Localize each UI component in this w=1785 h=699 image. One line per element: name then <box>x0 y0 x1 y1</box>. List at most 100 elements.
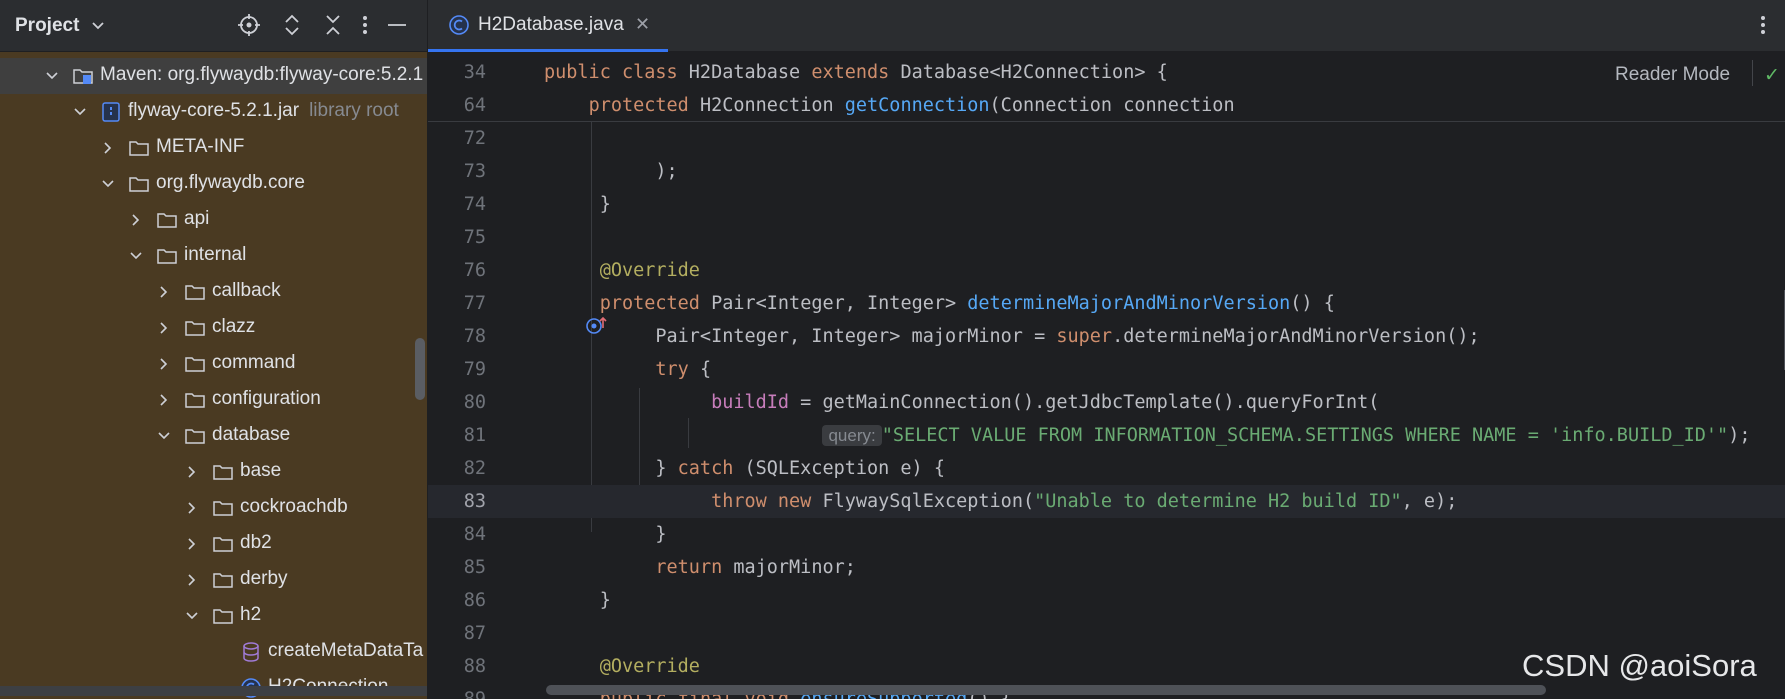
folder-icon <box>212 461 234 483</box>
tree-item-org-flywaydb-core[interactable]: org.flywaydb.core <box>0 166 427 202</box>
code-line[interactable]: 82 } catch (SQLException e) { <box>428 452 1785 485</box>
hide-panel-icon[interactable] <box>384 12 410 38</box>
code-line[interactable]: 79 try { <box>428 353 1785 386</box>
code-line[interactable]: 78 Pair<Integer, Integer> majorMinor = s… <box>428 320 1785 353</box>
project-horizontal-scrollbar[interactable] <box>0 686 427 696</box>
line-number: 81 <box>463 425 486 446</box>
line-number: 75 <box>463 227 486 248</box>
tree-item-internal[interactable]: internal <box>0 238 427 274</box>
tree-item-createmetadatata[interactable]: createMetaDataTa <box>0 634 427 670</box>
chevron-right-icon[interactable] <box>156 320 172 336</box>
tree-item-clazz[interactable]: clazz <box>0 310 427 346</box>
code-line[interactable]: 85 return majorMinor; <box>428 551 1785 584</box>
tree-item-api[interactable]: api <box>0 202 427 238</box>
line-number: 86 <box>463 590 486 611</box>
code-line[interactable]: 80 buildId = getMainConnection().getJdbc… <box>428 386 1785 419</box>
editor-horizontal-scrollbar[interactable] <box>546 685 1546 695</box>
code-text: Pair<Integer, Integer> majorMinor = supe… <box>544 326 1480 347</box>
line-number: 85 <box>463 557 486 578</box>
chevron-right-icon[interactable] <box>184 500 200 516</box>
parameter-hint: query: <box>822 425 882 446</box>
sticky-line[interactable]: 64 protected H2Connection getConnection(… <box>428 89 1785 122</box>
chevron-right-icon[interactable] <box>184 572 200 588</box>
options-icon[interactable] <box>352 12 378 38</box>
project-vertical-scrollbar[interactable] <box>415 338 425 400</box>
chevron-down-icon[interactable] <box>184 608 200 624</box>
line-number: 73 <box>463 161 486 182</box>
tree-item-meta-inf[interactable]: META-INF <box>0 130 427 166</box>
chevron-right-icon[interactable] <box>128 212 144 228</box>
tree-item-cockroachdb[interactable]: cockroachdb <box>0 490 427 526</box>
code-line[interactable]: 75 <box>428 221 1785 254</box>
sticky-line[interactable]: 34 public class H2Database extends Datab… <box>428 56 1785 89</box>
code-text: } <box>544 524 667 545</box>
chevron-down-icon[interactable] <box>156 428 172 444</box>
folder-icon <box>184 389 206 411</box>
code-line[interactable]: 81 query: "SELECT VALUE FROM INFORMATION_… <box>428 419 1785 452</box>
tab-h2database-java[interactable]: H2Database.java ✕ <box>428 0 668 52</box>
code-line[interactable]: 84 } <box>428 518 1785 551</box>
maven-library-icon <box>72 65 94 87</box>
tree-item-label: database <box>212 424 291 445</box>
chevron-right-icon[interactable] <box>156 284 172 300</box>
code-line[interactable]: 77 protected Pair<Integer, Integer> dete… <box>428 287 1785 334</box>
tab-label: H2Database.java <box>478 14 624 35</box>
tree-item-base[interactable]: base <box>0 454 427 490</box>
tree-item-label: clazz <box>212 316 256 337</box>
close-tab-icon[interactable]: ✕ <box>635 14 650 35</box>
line-number: 76 <box>463 260 486 281</box>
code-line[interactable]: 73 ); <box>428 155 1785 188</box>
chevron-right-icon[interactable] <box>156 356 172 372</box>
tree-item-label: h2 <box>240 604 262 625</box>
folder-icon <box>184 317 206 339</box>
implements-method-icon[interactable] <box>496 689 520 699</box>
code-text: buildId = getMainConnection().getJdbcTem… <box>711 392 1380 413</box>
line-number: 74 <box>463 194 486 215</box>
chevron-down-icon <box>91 15 105 37</box>
overrides-method-icon[interactable] <box>496 293 607 334</box>
tree-item-flyway-core-5-2-1-jar[interactable]: flyway-core-5.2.1.jar library root <box>0 94 427 130</box>
tree-item-label: Maven: org.flywaydb:flyway-core:5.2.1 <box>100 64 424 85</box>
tree-item-callback[interactable]: callback <box>0 274 427 310</box>
tree-item-configuration[interactable]: configuration <box>0 382 427 418</box>
code-line-current[interactable]: 83 throw new FlywaySqlException("Unable … <box>428 485 1785 518</box>
tree-item-db2[interactable]: db2 <box>0 526 427 562</box>
chevron-down-icon[interactable] <box>72 104 88 120</box>
code-line[interactable]: 76 @Override <box>428 254 1785 287</box>
tree-item-h2[interactable]: h2 <box>0 598 427 634</box>
chevron-right-icon[interactable] <box>100 140 116 156</box>
code-text: @Override <box>599 656 700 677</box>
code-text: return majorMinor; <box>655 557 856 578</box>
chevron-right-icon[interactable] <box>184 464 200 480</box>
divider <box>1752 60 1753 86</box>
code-line[interactable]: 74 } <box>428 188 1785 221</box>
tree-item-label: cockroachdb <box>240 496 348 517</box>
inspection-ok-icon[interactable]: ✓ <box>1764 64 1780 87</box>
tree-item-label: createMetaDataTa <box>268 640 424 661</box>
code-line[interactable]: 87 <box>428 617 1785 650</box>
reader-mode-button[interactable]: Reader Mode <box>1615 64 1730 86</box>
locate-icon[interactable] <box>236 12 262 38</box>
tree-item-maven-org-flywaydb-flyway-core-5-2-1[interactable]: Maven: org.flywaydb:flyway-core:5.2.1 <box>0 58 427 94</box>
folder-icon <box>156 209 178 231</box>
code-line[interactable]: 72 <box>428 122 1785 155</box>
chevron-right-icon[interactable] <box>156 392 172 408</box>
tree-item-database[interactable]: database <box>0 418 427 454</box>
line-number: 82 <box>463 458 486 479</box>
code-line[interactable]: 86 } <box>428 584 1785 617</box>
tree-item-command[interactable]: command <box>0 346 427 382</box>
chevron-down-icon[interactable] <box>44 68 60 84</box>
tree-item-derby[interactable]: derby <box>0 562 427 598</box>
project-title: Project <box>15 15 80 36</box>
chevron-right-icon[interactable] <box>184 536 200 552</box>
expand-all-icon[interactable] <box>279 12 305 38</box>
chevron-down-icon[interactable] <box>128 248 144 264</box>
java-class-icon <box>448 14 470 36</box>
line-number: 80 <box>463 392 486 413</box>
chevron-down-icon[interactable] <box>100 176 116 192</box>
more-options-icon[interactable] <box>1753 12 1773 38</box>
line-number: 77 <box>463 293 486 314</box>
project-view-selector[interactable]: Project <box>15 15 105 37</box>
collapse-all-icon[interactable] <box>320 12 346 38</box>
code-text: ); <box>544 161 678 182</box>
